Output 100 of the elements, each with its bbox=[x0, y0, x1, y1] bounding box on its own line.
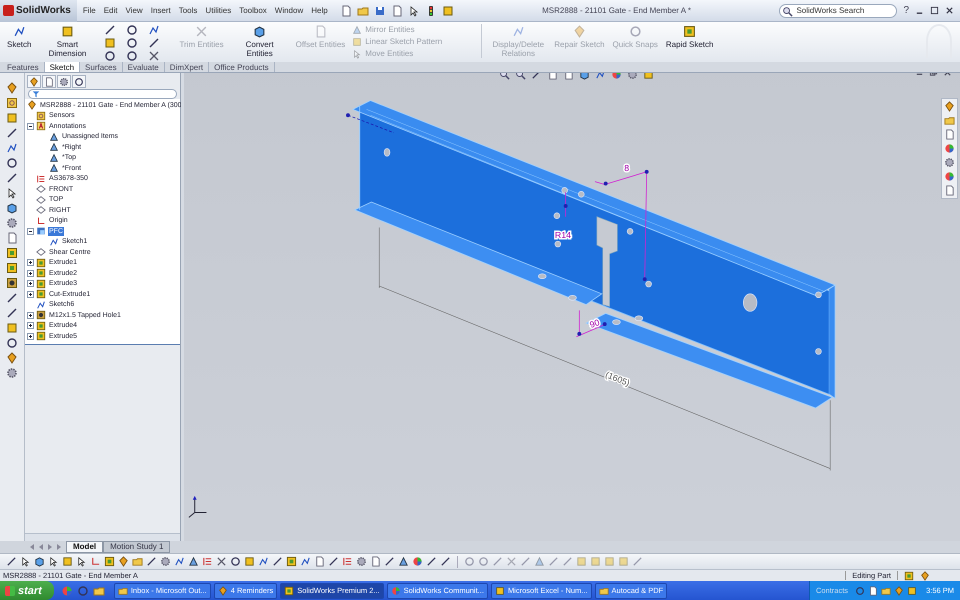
expand-icon[interactable] bbox=[27, 259, 34, 266]
gear-icon[interactable] bbox=[6, 367, 18, 379]
command-tab[interactable]: Sketch bbox=[44, 62, 80, 72]
document-tab[interactable]: Motion Study 1 bbox=[103, 541, 170, 553]
line-icon[interactable] bbox=[148, 37, 160, 49]
panel-tab[interactable] bbox=[57, 75, 71, 88]
menu-item[interactable]: Toolbox bbox=[239, 6, 267, 15]
expand-icon[interactable] bbox=[27, 332, 34, 340]
hole-feature-icon[interactable] bbox=[6, 277, 18, 289]
channel-part-drawing[interactable] bbox=[352, 100, 836, 408]
menu-item[interactable]: Window bbox=[274, 6, 304, 15]
ribbon-button[interactable]: Rapid Sketch bbox=[662, 24, 716, 50]
color-ball-icon[interactable] bbox=[412, 556, 423, 567]
page-icon[interactable] bbox=[944, 129, 955, 140]
line-icon[interactable] bbox=[6, 292, 18, 304]
menu-item[interactable]: Help bbox=[311, 6, 328, 15]
square-icon[interactable] bbox=[104, 37, 116, 49]
help-button[interactable]: ? bbox=[903, 5, 909, 16]
expand-icon[interactable] bbox=[27, 280, 34, 288]
command-tab[interactable]: Evaluate bbox=[122, 62, 165, 72]
command-tab[interactable]: Office Products bbox=[209, 62, 275, 72]
line-icon[interactable] bbox=[6, 172, 18, 184]
view-icon[interactable] bbox=[188, 556, 199, 567]
circle-icon[interactable] bbox=[6, 157, 18, 169]
line-icon[interactable] bbox=[272, 556, 283, 567]
circle-icon[interactable] bbox=[126, 50, 138, 62]
ribbon-button[interactable]: Convert Entities bbox=[228, 24, 291, 59]
gear-icon[interactable] bbox=[944, 157, 955, 168]
menu-item[interactable]: Tools bbox=[178, 6, 198, 15]
color-ball-icon[interactable] bbox=[944, 171, 955, 182]
sketch-icon[interactable] bbox=[300, 556, 311, 567]
color-ball-icon[interactable] bbox=[60, 584, 73, 596]
dimension-label[interactable]: 8 bbox=[624, 162, 630, 173]
command-tab[interactable]: Surfaces bbox=[80, 62, 123, 72]
line-icon[interactable] bbox=[6, 127, 18, 139]
line-icon[interactable] bbox=[146, 556, 157, 567]
cross-icon[interactable] bbox=[148, 50, 160, 62]
sketch-icon[interactable] bbox=[258, 556, 269, 567]
color-ball-icon[interactable] bbox=[944, 143, 955, 154]
cross-icon[interactable] bbox=[216, 556, 227, 567]
extrude-feature-icon[interactable] bbox=[286, 556, 297, 567]
gear-icon[interactable] bbox=[356, 556, 367, 567]
expand-icon[interactable] bbox=[27, 290, 34, 298]
extrude-feature-icon[interactable] bbox=[6, 262, 18, 274]
page-icon[interactable] bbox=[390, 4, 403, 16]
circle-icon[interactable] bbox=[104, 50, 116, 62]
start-button[interactable]: start bbox=[0, 581, 54, 600]
square-icon[interactable] bbox=[442, 4, 454, 16]
gear-icon[interactable] bbox=[6, 217, 18, 229]
expand-icon[interactable] bbox=[27, 322, 34, 330]
maximize-icon[interactable] bbox=[930, 6, 939, 15]
line-icon[interactable] bbox=[6, 556, 17, 567]
page-icon[interactable] bbox=[314, 556, 325, 567]
square-icon[interactable] bbox=[6, 322, 18, 334]
page-icon[interactable] bbox=[370, 556, 381, 567]
view-icon[interactable] bbox=[398, 556, 409, 567]
reference-dimension-line[interactable] bbox=[378, 227, 830, 471]
line-icon[interactable] bbox=[426, 556, 437, 567]
circle-icon[interactable] bbox=[126, 37, 138, 49]
circle-icon[interactable] bbox=[230, 556, 241, 567]
save-icon[interactable] bbox=[374, 4, 386, 16]
square-icon[interactable] bbox=[62, 556, 73, 567]
folder-icon[interactable] bbox=[944, 115, 955, 126]
panel-tab[interactable] bbox=[72, 75, 86, 88]
material-icon[interactable] bbox=[202, 556, 213, 567]
menu-item[interactable]: Utilities bbox=[205, 6, 232, 15]
page-icon[interactable] bbox=[944, 185, 955, 196]
menu-item[interactable]: Edit bbox=[104, 6, 118, 15]
circle-icon[interactable] bbox=[126, 24, 138, 36]
sketch-icon[interactable] bbox=[6, 142, 18, 154]
line-icon[interactable] bbox=[440, 556, 451, 567]
circle-icon[interactable] bbox=[6, 337, 18, 349]
line-icon[interactable] bbox=[328, 556, 339, 567]
cube-icon[interactable] bbox=[6, 202, 18, 214]
sketch-dimension-drawing[interactable] bbox=[346, 113, 649, 338]
arrow-pointer-icon[interactable] bbox=[48, 556, 59, 567]
collapse-icon[interactable] bbox=[27, 122, 34, 130]
sketch-icon[interactable] bbox=[148, 24, 160, 36]
panel-tab[interactable] bbox=[27, 75, 41, 88]
close-icon[interactable] bbox=[945, 6, 954, 15]
ribbon-button[interactable]: Smart Dimension bbox=[36, 24, 98, 59]
page-icon[interactable] bbox=[6, 232, 18, 244]
extrude-feature-icon[interactable] bbox=[6, 247, 18, 259]
arrow-pointer-icon[interactable] bbox=[76, 556, 87, 567]
sketch-icon[interactable] bbox=[174, 556, 185, 567]
arrow-pointer-icon[interactable] bbox=[20, 556, 31, 567]
extrude-feature-icon[interactable] bbox=[104, 556, 115, 567]
folder-icon[interactable] bbox=[881, 586, 892, 596]
folder-icon[interactable] bbox=[356, 4, 369, 16]
line-icon[interactable] bbox=[384, 556, 395, 567]
menu-item[interactable]: Insert bbox=[150, 6, 171, 15]
square-icon[interactable] bbox=[907, 586, 918, 596]
arrow-pointer-icon[interactable] bbox=[6, 187, 18, 199]
extrude-feature-icon[interactable] bbox=[904, 570, 914, 580]
line-icon[interactable] bbox=[104, 24, 116, 36]
menu-item[interactable]: File bbox=[82, 6, 96, 15]
origin-icon[interactable] bbox=[90, 556, 101, 567]
command-tab[interactable]: DimXpert bbox=[164, 62, 210, 72]
ribbon-button[interactable]: Sketch bbox=[4, 24, 34, 50]
horizontal-scrollbar[interactable] bbox=[25, 533, 180, 541]
